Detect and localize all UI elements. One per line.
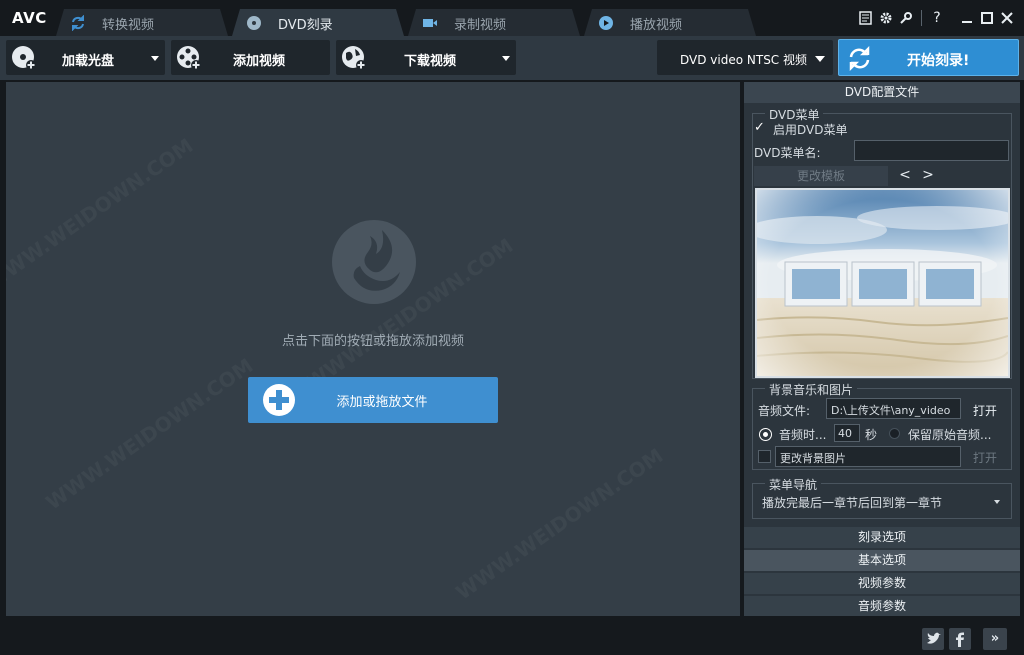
button-label: 加载光盘	[62, 54, 115, 69]
tab-convert-video[interactable]: 转换视频	[56, 9, 228, 36]
group-legend: 菜单导航	[765, 476, 822, 493]
top-bar: AVC 转换视频 DVD刻录 录制视频 播放视频 ?	[0, 0, 1024, 36]
maximize-icon[interactable]	[978, 9, 996, 27]
next-template-button[interactable]: >	[919, 166, 937, 186]
audio-duration-label: 音频时...	[779, 428, 827, 442]
bottom-bar: »	[0, 618, 1024, 655]
app-flame-logo-icon	[332, 220, 416, 304]
dvd-menu-name-input[interactable]	[854, 140, 1009, 161]
video-drop-area[interactable]: WWW.WEIDOWN.COM WWW.WEIDOWN.COM WWW.WEID…	[6, 82, 740, 616]
tab-label: DVD刻录	[278, 18, 333, 33]
dvd-config-panel: DVD配置文件 DVD菜单 ✓ 启用DVD菜单 DVD菜单名: 更改模板 < >	[744, 82, 1020, 616]
menu-template-preview	[755, 188, 1010, 378]
open-audio-button[interactable]: 打开	[973, 402, 997, 419]
section-basic-options[interactable]: 基本选项	[744, 549, 1020, 571]
section-video-params[interactable]: 视频参数	[744, 572, 1020, 594]
button-label: 下载视频	[404, 54, 457, 69]
tab-dvd-burn[interactable]: DVD刻录	[232, 9, 404, 36]
film-reel-add-icon	[177, 46, 201, 70]
button-label: 添加视频	[233, 54, 286, 69]
tab-record-video[interactable]: 录制视频	[408, 9, 580, 36]
change-background-field[interactable]: 更改背景图片	[775, 446, 961, 467]
tab-label: 录制视频	[454, 18, 507, 33]
record-icon	[422, 15, 438, 31]
beach-template-image	[757, 190, 1008, 376]
open-background-button[interactable]: 打开	[973, 449, 997, 466]
app-logo: AVC	[12, 9, 47, 27]
window-controls: ?	[857, 8, 1016, 28]
minimize-icon[interactable]	[958, 9, 976, 27]
download-video-button[interactable]: 下载视频	[336, 40, 516, 75]
globe-download-icon	[342, 46, 366, 70]
watermark: WWW.WEIDOWN.COM	[41, 353, 257, 514]
facebook-icon[interactable]	[949, 628, 971, 650]
divider	[921, 10, 922, 26]
tab-play-video[interactable]: 播放视频	[584, 9, 756, 36]
profile-label: DVD video NTSC 视频	[680, 53, 808, 67]
settings-icon[interactable]	[877, 9, 895, 27]
menu-navigation-select[interactable]: 播放完最后一章节后回到第一章节	[754, 492, 1008, 512]
chevron-down-icon[interactable]	[502, 56, 510, 61]
button-label: 添加或拖放文件	[336, 395, 428, 410]
tab-label: 转换视频	[102, 18, 155, 33]
start-burn-button[interactable]: 开始刻录!	[838, 39, 1019, 76]
section-burn-options[interactable]: 刻录选项	[744, 526, 1020, 548]
audio-file-input[interactable]: D:\上传文件\any_video	[826, 398, 961, 419]
keep-original-audio-radio[interactable]	[889, 428, 900, 439]
refresh-icon	[849, 46, 870, 71]
disc-icon	[246, 15, 262, 31]
chevron-down-icon	[994, 500, 1000, 504]
group-legend: 背景音乐和图片	[765, 381, 858, 398]
drop-hint-text: 点击下面的按钮或拖放添加视频	[281, 334, 464, 349]
chevron-down-icon	[815, 56, 825, 62]
keep-original-audio-label: 保留原始音频...	[908, 428, 992, 442]
toolbar: 加载光盘 添加视频 下载视频 DVD video NTSC 视频 开始刻录!	[0, 36, 1024, 80]
prev-template-button[interactable]: <	[896, 166, 914, 186]
expand-button[interactable]: »	[983, 628, 1007, 650]
button-label: 开始刻录!	[907, 53, 970, 69]
change-background-checkbox[interactable]	[758, 450, 771, 463]
disc-add-icon	[12, 46, 36, 70]
enable-dvd-menu-label: 启用DVD菜单	[773, 123, 848, 137]
skin-icon[interactable]	[897, 9, 915, 27]
enable-dvd-menu-checkbox[interactable]: ✓	[754, 120, 765, 135]
log-icon[interactable]	[857, 9, 875, 27]
panel-title: DVD配置文件	[744, 82, 1020, 103]
output-profile-select[interactable]: DVD video NTSC 视频	[657, 40, 833, 75]
audio-file-label: 音频文件:	[758, 404, 811, 418]
audio-duration-radio[interactable]	[760, 429, 771, 440]
seconds-label: 秒	[865, 428, 878, 442]
convert-icon	[70, 15, 86, 31]
twitter-icon[interactable]	[922, 628, 944, 650]
help-icon[interactable]: ?	[928, 9, 946, 27]
close-icon[interactable]	[998, 9, 1016, 27]
chevron-down-icon[interactable]	[151, 56, 159, 61]
watermark: WWW.WEIDOWN.COM	[451, 443, 667, 604]
add-or-drop-file-button[interactable]: 添加或拖放文件	[248, 377, 498, 423]
change-template-button[interactable]: 更改模板	[754, 166, 888, 186]
duration-input[interactable]: 40	[834, 424, 860, 442]
play-icon	[598, 15, 614, 31]
select-value: 播放完最后一章节后回到第一章节	[762, 496, 943, 510]
section-audio-params[interactable]: 音频参数	[744, 595, 1020, 616]
tab-label: 播放视频	[630, 18, 683, 33]
add-video-button[interactable]: 添加视频	[171, 40, 330, 75]
load-disc-button[interactable]: 加载光盘	[6, 40, 165, 75]
watermark: WWW.WEIDOWN.COM	[6, 133, 197, 294]
dvd-menu-name-label: DVD菜单名:	[754, 146, 821, 160]
